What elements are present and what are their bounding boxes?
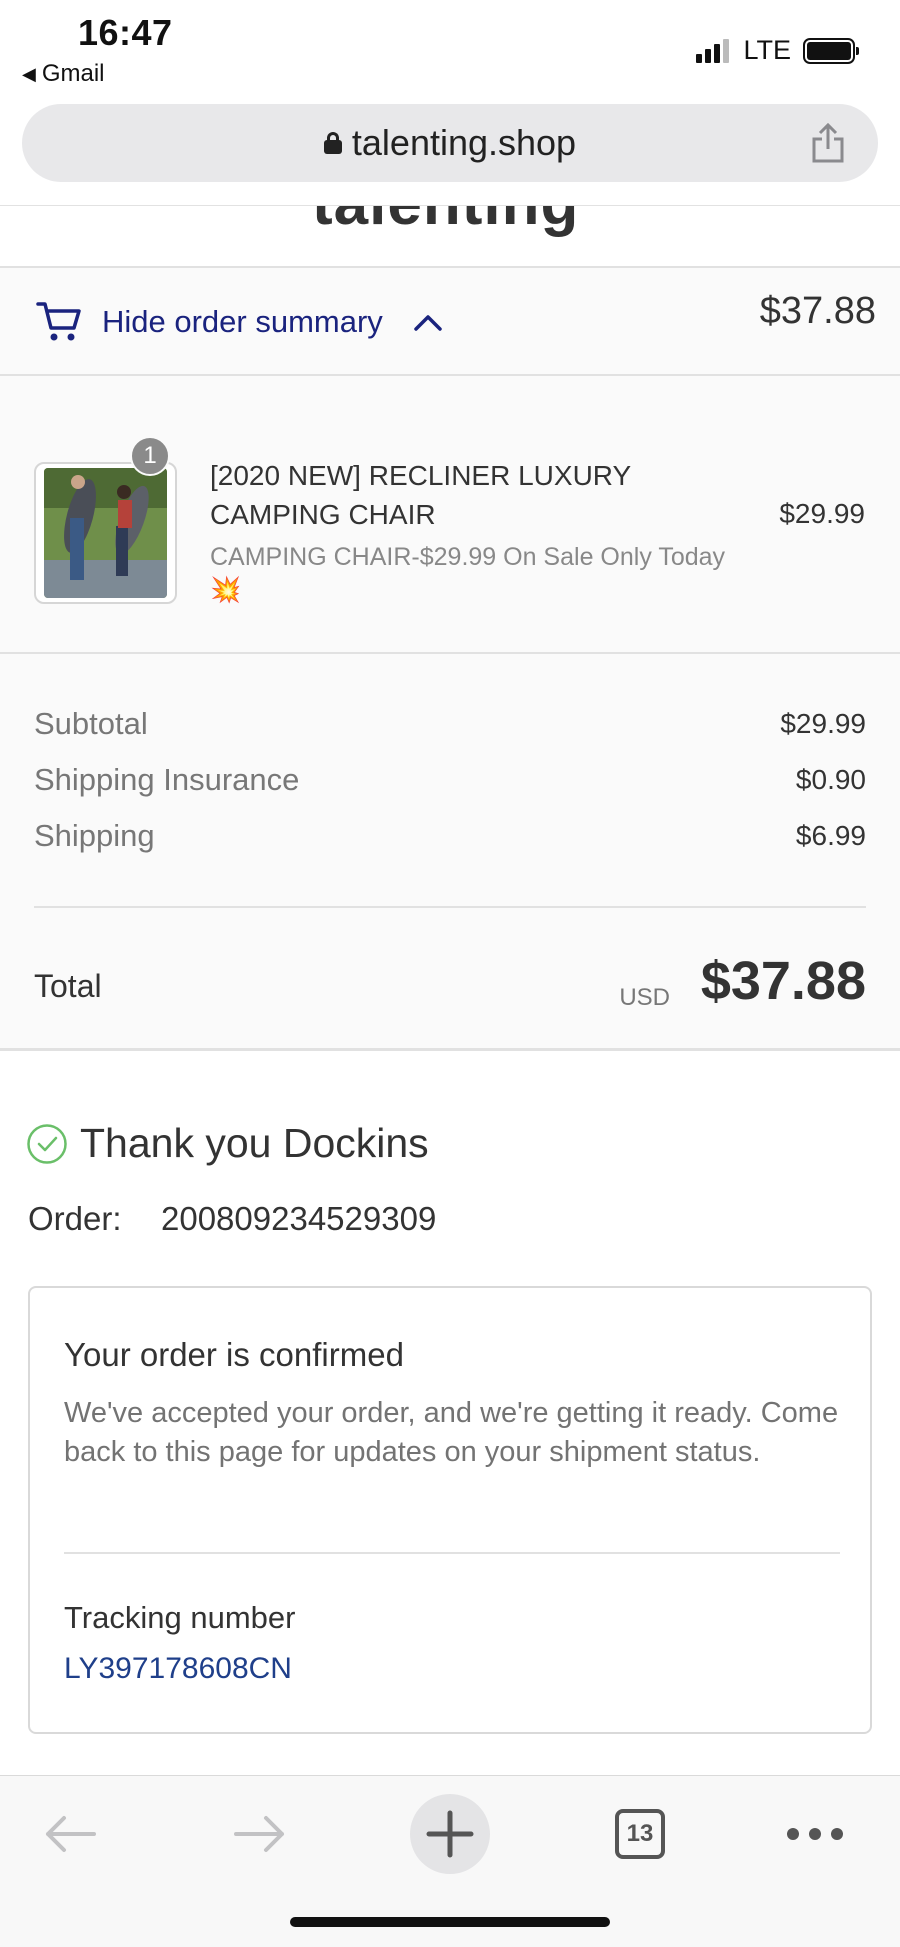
shipping-value: $6.99 xyxy=(795,820,866,851)
thank-you-text: Thank you Dockins xyxy=(80,1120,429,1166)
signal-icon xyxy=(696,38,730,63)
toggle-label[interactable]: Hide order summary xyxy=(102,304,383,340)
battery-icon xyxy=(803,37,859,64)
shipping-insurance-value: $0.90 xyxy=(795,764,866,795)
new-tab-button[interactable] xyxy=(410,1794,490,1874)
confirmation-body: We've accepted your order, and we're get… xyxy=(64,1397,839,1468)
total-currency: USD xyxy=(619,984,670,1011)
subtotal-row: Subtotal $29.99 xyxy=(34,696,866,752)
line-item: [2020 NEW] RECLINER LUXURY CAMPING CHAIR… xyxy=(0,376,900,654)
url-display[interactable]: talenting.shop xyxy=(22,104,878,182)
address-bar[interactable]: talenting.shop xyxy=(22,104,878,182)
chevron-up-icon xyxy=(414,315,442,331)
order-confirmation-card: Your order is confirmed We've accepted y… xyxy=(28,1286,872,1734)
product-title: [2020 NEW] RECLINER LUXURY CAMPING CHAIR xyxy=(210,460,631,530)
more-button[interactable] xyxy=(775,1794,855,1874)
summary-divider xyxy=(34,906,866,908)
forward-arrow-icon xyxy=(234,1816,284,1852)
tabs-button[interactable]: 13 xyxy=(600,1794,680,1874)
order-number-line: Order: 200809234529309 xyxy=(28,1200,436,1238)
total-row: Total USD $37.88 xyxy=(34,932,866,1022)
status-bar: 16:47 ◀ Gmail LTE xyxy=(0,0,900,100)
product-thumbnail xyxy=(34,462,177,604)
shipping-label: Shipping xyxy=(34,818,155,853)
order-label: Order: xyxy=(28,1200,122,1237)
cost-breakdown: Subtotal $29.99 Shipping Insurance $0.90… xyxy=(34,696,866,864)
quantity-badge: 1 xyxy=(130,436,170,476)
product-variant: CAMPING CHAIR-$29.99 On Sale Only Today … xyxy=(210,543,726,604)
thank-you-heading: Thank you Dockins xyxy=(26,1120,429,1167)
forward-button[interactable] xyxy=(220,1794,300,1874)
share-icon[interactable] xyxy=(808,121,848,165)
total-label: Total xyxy=(34,968,102,1004)
toggle-total: $37.88 xyxy=(759,290,876,332)
product-image xyxy=(44,468,167,598)
subtotal-value: $29.99 xyxy=(780,708,866,739)
status-time: 16:47 xyxy=(78,12,173,53)
store-header: talenting xyxy=(0,205,900,267)
tracking-label: Tracking number xyxy=(64,1600,296,1635)
shipping-insurance-label: Shipping Insurance xyxy=(34,762,300,797)
order-summary-panel: [2020 NEW] RECLINER LUXURY CAMPING CHAIR… xyxy=(0,376,900,1051)
order-summary-toggle[interactable]: Hide order summary $37.88 xyxy=(0,266,900,376)
store-logo[interactable]: talenting xyxy=(312,206,579,239)
subtotal-label: Subtotal xyxy=(34,706,148,741)
shipping-row: Shipping $6.99 xyxy=(34,808,866,864)
shipping-insurance-row: Shipping Insurance $0.90 xyxy=(34,752,866,808)
home-indicator[interactable] xyxy=(290,1917,610,1927)
total-value: $37.88 xyxy=(700,951,866,1011)
back-to-app[interactable]: ◀ Gmail xyxy=(22,60,105,88)
url-text: talenting.shop xyxy=(351,122,577,163)
tracking-number-link[interactable]: LY397178608CN xyxy=(64,1652,292,1686)
back-arrow-icon xyxy=(46,1816,96,1852)
status-indicators: LTE xyxy=(696,35,859,66)
order-number: 200809234529309 xyxy=(161,1200,437,1237)
back-button[interactable] xyxy=(30,1794,110,1874)
more-icon xyxy=(787,1828,843,1840)
back-triangle-icon: ◀ xyxy=(22,63,36,84)
check-circle-icon xyxy=(27,1123,67,1164)
confirmation-divider xyxy=(64,1552,840,1554)
back-app-label: Gmail xyxy=(41,60,105,87)
lock-icon xyxy=(323,132,342,154)
confirmation-title: Your order is confirmed xyxy=(64,1336,404,1373)
plus-icon xyxy=(426,1810,474,1858)
cart-icon xyxy=(36,302,81,341)
product-price: $29.99 xyxy=(779,498,865,529)
network-label: LTE xyxy=(743,35,791,65)
tabs-icon: 13 xyxy=(615,1809,665,1859)
